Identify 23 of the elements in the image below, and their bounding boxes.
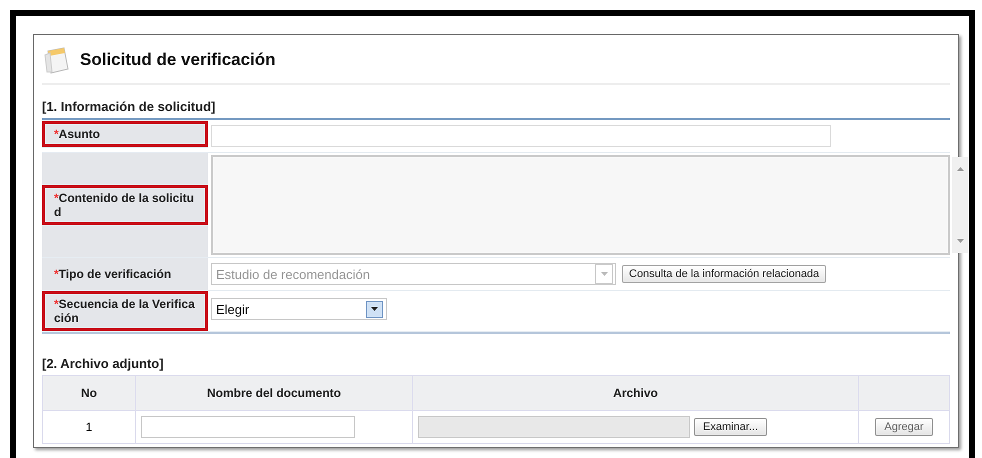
column-header: Nombre del documento: [136, 376, 412, 410]
field-label: *Asunto: [42, 121, 208, 147]
field-label: *Contenido de la solicitud: [42, 185, 208, 225]
page-title: Solicitud de verificación: [80, 50, 276, 70]
sequence-select[interactable]: Elegir: [211, 298, 387, 320]
add-button[interactable]: Agregar: [875, 418, 933, 436]
table-cell: 1: [42, 410, 136, 444]
section-heading: [1. Información de solicitud]: [42, 99, 216, 114]
browse-button[interactable]: Examinar...: [694, 418, 768, 436]
dropdown-icon: [371, 307, 378, 311]
document-name-input[interactable]: [141, 416, 355, 438]
scrollbar[interactable]: [952, 157, 968, 253]
notepad-icon: [42, 45, 70, 75]
column-header: Archivo: [412, 376, 858, 410]
scroll-up-icon[interactable]: [956, 167, 964, 171]
field-label: *Secuencia de la Verificación: [42, 291, 208, 331]
section-heading: [2. Archivo adjunto]: [42, 356, 165, 371]
scroll-down-icon[interactable]: [956, 239, 964, 243]
column-header: No: [42, 376, 136, 410]
dropdown-icon: [600, 272, 608, 276]
field-label: *Tipo de verificación: [53, 266, 172, 283]
file-path-field[interactable]: [418, 416, 690, 438]
subject-input[interactable]: [211, 125, 831, 147]
